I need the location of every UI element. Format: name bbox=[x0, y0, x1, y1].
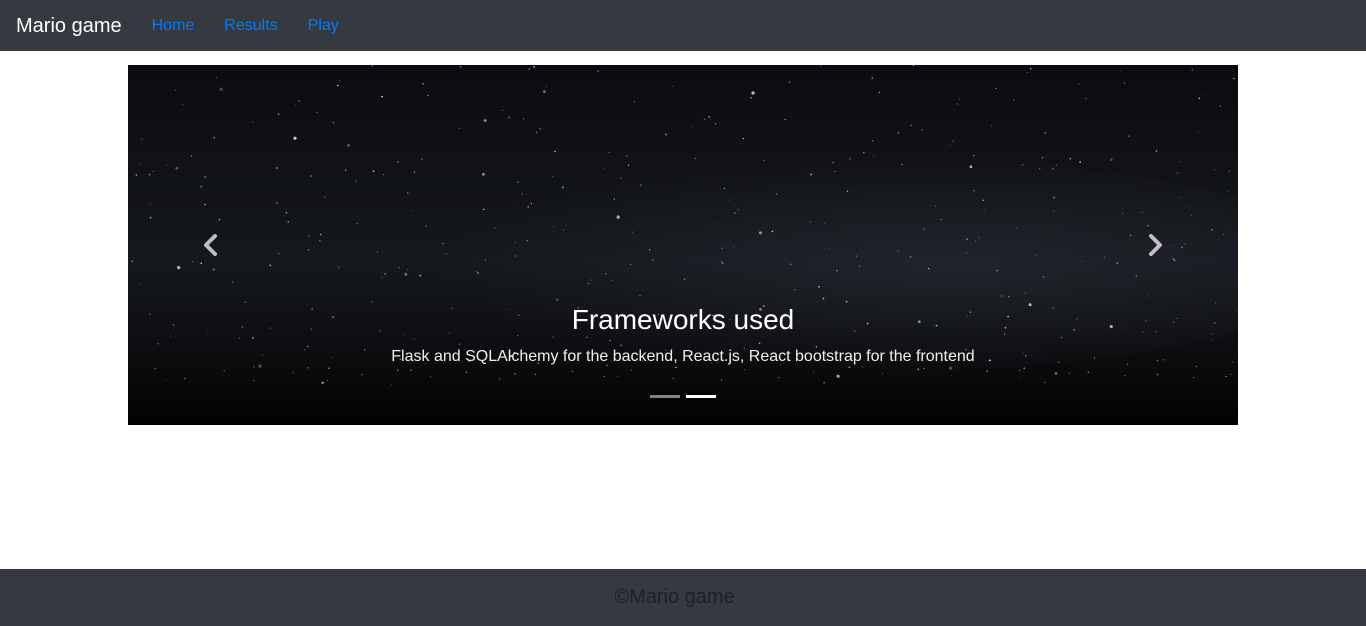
brand-title[interactable]: Mario game bbox=[16, 16, 122, 36]
carousel-indicators bbox=[128, 395, 1238, 398]
footer: ©Mario game bbox=[0, 569, 1366, 626]
slide-title: Frameworks used bbox=[571, 304, 795, 335]
carousel: Frameworks used Flask and SQLAlchemy for… bbox=[128, 65, 1238, 425]
carousel-indicator-2[interactable] bbox=[686, 395, 716, 398]
nav-link-home[interactable]: Home bbox=[152, 17, 195, 34]
carousel-prev-button[interactable] bbox=[198, 232, 224, 258]
nav-link-play[interactable]: Play bbox=[308, 17, 339, 34]
carousel-indicator-1[interactable] bbox=[650, 395, 680, 398]
nav-link-results[interactable]: Results bbox=[224, 17, 277, 34]
carousel-next-button[interactable] bbox=[1142, 232, 1168, 258]
slide-description: Flask and SQLAlchemy for the backend, Re… bbox=[391, 348, 975, 365]
footer-copyright: ©Mario game bbox=[614, 586, 735, 608]
starfield-background bbox=[128, 65, 1238, 425]
chevron-left-icon bbox=[204, 234, 217, 256]
chevron-right-icon bbox=[1149, 234, 1162, 256]
navbar: Mario game Home Results Play bbox=[0, 0, 1366, 51]
